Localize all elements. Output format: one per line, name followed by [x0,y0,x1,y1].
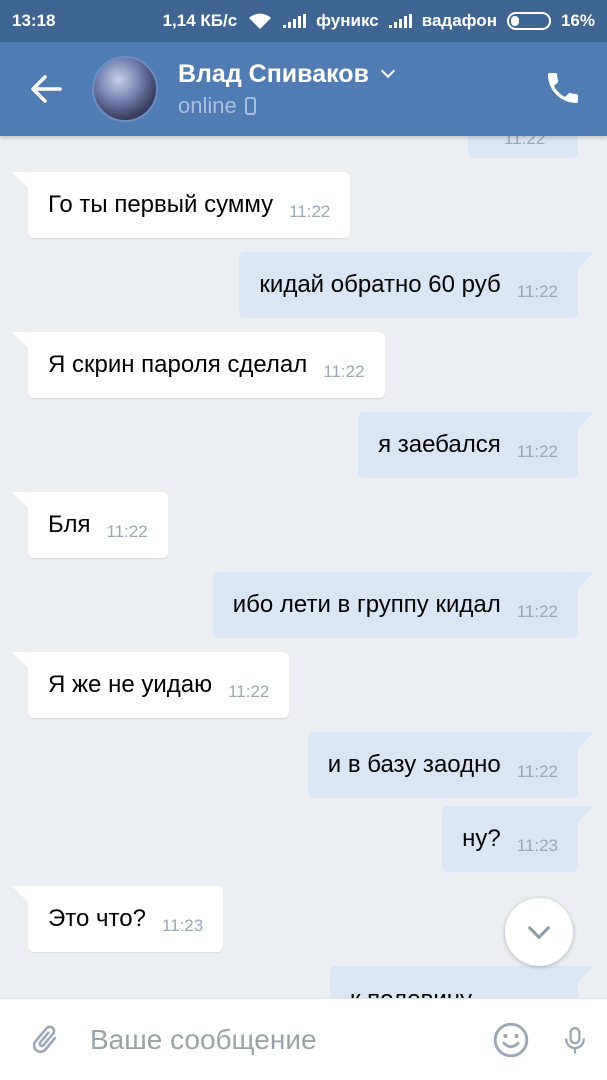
status-bar: 13:18 1,14 КБ/с фуникс вадафон 16% [0,0,607,42]
message-time: 11:22 [106,522,148,541]
message-text: Я скрин пароля сделал [48,351,308,378]
message-text: к половину [350,986,472,998]
message-bubble-outgoing[interactable]: ну? 11:23 [442,806,594,872]
message-list[interactable]: 11:22 Го ты первый сумму 11:22 кидай обр… [0,136,607,998]
message-bubble-incoming[interactable]: Я же не уидаю 11:22 [11,652,290,718]
message-bubble-incoming[interactable]: Го ты первый сумму 11:22 [11,172,351,238]
message-text: ибо лети в группу кидал [232,591,501,618]
status-right: 1,14 КБ/с фуникс вадафон 16% [163,11,595,31]
scroll-to-bottom-button[interactable] [505,898,573,966]
message-time: 11:22 [516,762,558,781]
message-time: 11:22 [516,602,558,621]
message-time: 11:22 [228,682,270,701]
back-arrow-icon [31,75,62,103]
message-text: кидай обратно 60 руб [259,271,501,298]
chevron-down-icon [380,63,396,79]
message-time: 11:22 [289,202,331,221]
phone-icon [548,73,578,103]
message-bubble-outgoing[interactable]: и в базу заодно 11:22 [307,732,595,798]
battery-icon [506,12,551,30]
message-bubble-outgoing[interactable]: кидай обратно 60 руб 11:22 [239,252,594,318]
message-bubble-outgoing[interactable]: я заебался 11:22 [358,412,594,478]
message-text: и в базу заодно [327,751,501,778]
message-text: ну? [462,825,501,852]
contact-title[interactable]: Влад Спиваков online [178,59,396,119]
presence-status: online [178,92,237,118]
signal-icon-1 [283,14,307,28]
network-speed: 1,14 КБ/с [162,11,238,30]
message-text: Бля [48,511,91,538]
battery-level: 16% [560,11,595,30]
carrier-2: вадафон [421,11,497,30]
contact-avatar[interactable] [92,56,158,122]
wifi-icon [249,13,272,29]
signal-icon-2 [388,14,412,28]
message-input[interactable] [90,1009,479,1070]
message-bubble-outgoing[interactable]: ибо лети в группу кидал 11:22 [212,572,595,638]
status-time: 13:18 [12,11,56,30]
message-text: я заебался [378,431,501,458]
message-composer [0,998,607,1080]
message-time: 11:22 [516,282,558,301]
message-text: Это что? [48,905,146,932]
message-bubble-incoming[interactable]: Бля 11:22 [12,492,168,558]
carrier-1: фуникс [316,11,379,30]
microphone-icon [565,1026,585,1054]
message-text: Я же не уидаю [48,671,213,698]
back-button[interactable] [0,42,92,136]
chevron-down-icon [527,916,551,940]
call-button[interactable] [543,68,583,108]
message-bubble-outgoing[interactable]: к половину [330,966,594,998]
message-bubble-outgoing[interactable]: 11:22 [468,136,578,158]
mobile-device-icon [244,96,256,115]
message-time: 11:22 [323,362,365,381]
message-time: 11:22 [504,136,546,148]
message-bubble-incoming[interactable]: Я скрин пароля сделал 11:22 [12,332,385,398]
presence-row: online [178,93,393,119]
message-time: 11:23 [161,916,204,935]
message-bubble-incoming[interactable]: Это что? 11:23 [11,886,224,952]
message-time: 11:23 [516,836,558,855]
smiley-icon [493,1022,529,1057]
message-time: 11:22 [516,442,558,461]
message-text: Го ты первый сумму [48,191,274,218]
chat-header: Влад Спиваков online [0,42,607,136]
contact-name-row: Влад Спиваков [178,59,396,89]
paperclip-icon [32,1025,57,1053]
voice-message-button[interactable] [543,999,607,1080]
attach-button[interactable] [0,999,90,1080]
contact-name: Влад Спиваков [178,59,369,88]
emoji-button[interactable] [479,999,543,1080]
